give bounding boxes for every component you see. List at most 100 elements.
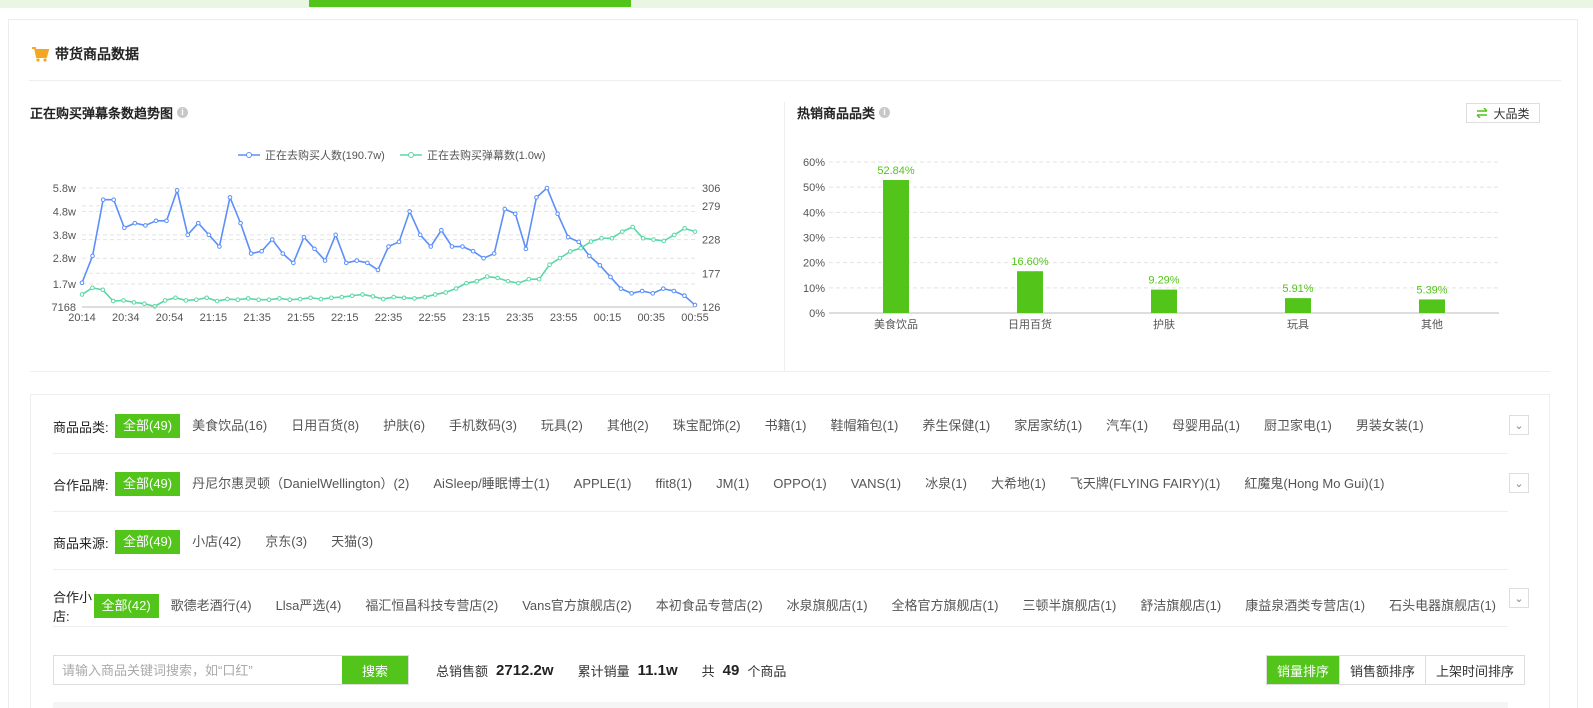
filter-chip[interactable]: 美食饮品(16) [180,414,279,438]
trend-chart: 正在去购买人数(190.7w) 正在去购买弹幕数(1.0w) 71681.7w2.… [52,148,721,324]
filter-chip[interactable]: 手机数码(3) [437,414,529,438]
filter-chip[interactable]: Vans官方旗舰店(2) [510,594,644,618]
data-point [640,235,646,241]
filter-label: 合作小店: [53,590,93,624]
filter-chip[interactable]: 冰泉旗舰店(1) [775,594,880,618]
x-tick-label: 玩具 [1287,318,1309,331]
data-point [132,220,138,226]
data-point [204,295,209,301]
filter-chip[interactable]: 家居家纺(1) [1002,414,1094,438]
expand-brand-button[interactable]: ⌄ [1509,473,1529,493]
filter-label: 商品来源: [53,535,109,551]
legend-label: 正在去购买人数(190.7w) [265,148,385,162]
filter-chip[interactable]: 全格官方旗舰店(1) [880,594,1011,618]
filter-row-source: 商品来源: 全部(49) 小店(42) 京东(3) 天猫(3) [53,530,1508,554]
filter-chip[interactable]: 大希地(1) [979,472,1058,496]
filter-chip[interactable]: 珠宝配饰(2) [661,414,753,438]
sort-by-time[interactable]: 上架时间排序 [1425,656,1524,684]
data-point [608,274,613,280]
data-point [639,288,645,294]
filter-chip-all[interactable]: 全部(49) [115,414,181,438]
filter-chip-all[interactable]: 全部(42) [93,594,159,618]
total-sales-value: 2712.2w [496,661,554,679]
data-point [343,260,349,266]
filter-chip-all[interactable]: 全部(49) [115,472,181,496]
filter-chip-all[interactable]: 全部(49) [115,530,181,554]
filter-chip[interactable]: AiSleep/睡眠博士(1) [421,472,561,496]
filter-chip[interactable]: 男装女装(1) [1344,414,1436,438]
data-point [256,297,261,303]
filter-chip[interactable]: APPLE(1) [562,472,644,496]
data-point [412,296,417,301]
big-category-toggle[interactable]: 大品类 [1466,103,1540,123]
filter-chip[interactable]: 三顿半旗舰店(1) [1010,594,1128,618]
filter-chip[interactable]: 厨卫家电(1) [1252,414,1344,438]
filter-chip[interactable]: 玩具(2) [529,414,595,438]
x-tick-label: 美食饮品 [874,317,918,331]
data-point [111,197,117,203]
count-value: 49 [722,661,740,679]
search-input[interactable] [54,656,342,684]
info-icon[interactable]: i [879,107,891,118]
active-tab-indicator[interactable] [309,0,631,7]
filter-chip[interactable]: Llsa严选(4) [264,594,354,618]
card-header: 带货商品数据 [31,44,139,64]
filter-chip[interactable]: OPPO(1) [761,472,838,496]
filter-chip[interactable]: 其他(2) [595,414,661,438]
filter-chip[interactable]: JM(1) [704,472,761,496]
expand-shop-button[interactable]: ⌄ [1509,588,1529,608]
data-point [193,297,199,303]
filter-chip[interactable]: 本初食品专营店(2) [644,594,775,618]
data-point [536,276,542,282]
data-point [495,275,500,281]
y-left-tick-label: 1.7w [53,279,76,291]
filter-chip[interactable]: 石头电器旗舰店(1) [1377,594,1508,618]
trend-legend[interactable]: 正在去购买人数(190.7w) 正在去购买弹幕数(1.0w) [238,148,546,162]
filter-chip[interactable]: 歌德老酒行(4) [159,594,264,618]
trend-lines [79,185,698,309]
search-button[interactable]: 搜索 [342,656,408,684]
filter-chip[interactable]: 飞天牌(FLYING FAIRY)(1) [1058,472,1232,496]
chip-group: 全部(49) 小店(42) 京东(3) 天猫(3) [115,530,385,554]
filter-chip[interactable]: VANS(1) [839,472,913,496]
data-point [121,225,127,231]
bar-value-label: 52.84% [877,165,915,177]
top-tab-strip [0,0,1593,8]
expand-category-button[interactable]: ⌄ [1509,415,1529,435]
x-tick-label: 20:34 [112,312,140,324]
filter-chip[interactable]: 小店(42) [180,530,253,554]
filter-chip[interactable]: 日用百货(8) [279,414,371,438]
filter-chip[interactable]: 福汇恒昌科技专营店(2) [353,594,510,618]
sort-by-sales[interactable]: 销售额排序 [1339,656,1425,684]
section-title: 带货商品数据 [55,46,139,62]
data-point [671,232,677,238]
filter-chip[interactable]: 京东(3) [253,530,319,554]
filter-chip[interactable]: 舒洁旗舰店(1) [1128,594,1233,618]
filter-chip[interactable]: 养生保健(1) [910,414,1002,438]
x-tick-label: 护肤 [1153,317,1175,331]
filter-chip[interactable]: 冰泉(1) [913,472,979,496]
filter-chip[interactable]: 汽车(1) [1094,414,1160,438]
hot-title: 热销商品品类 i [797,103,891,122]
y-tick-label: 20% [803,258,825,270]
data-point [474,278,480,284]
filter-chip[interactable]: ffit8(1) [643,472,704,496]
data-point [609,235,615,241]
data-point [183,298,189,303]
filter-chip[interactable]: 康益泉酒类专营店(1) [1233,594,1377,618]
data-point [360,292,365,297]
filter-row-brand: 合作品牌: 全部(49) 丹尼尔惠灵顿（DanielWellington）(2) A… [53,472,1508,496]
y-left-tick-label: 4.8w [53,206,76,218]
filter-chip[interactable]: 书籍(1) [753,414,819,438]
filter-chip[interactable]: 丹尼尔惠灵顿（DanielWellington）(2) [180,472,421,496]
filter-chip[interactable]: 鞋帽箱包(1) [818,414,910,438]
info-icon[interactable]: i [177,107,189,118]
sort-by-volume[interactable]: 销量排序 [1267,656,1340,684]
data-point [121,298,126,303]
filter-chip[interactable]: 护肤(6) [371,414,437,438]
filter-chip[interactable]: 母婴用品(1) [1160,414,1252,438]
filter-chip[interactable]: 紅魔鬼(Hong Mo Gui)(1) [1232,472,1396,496]
chip-group: 全部(42) 歌德老酒行(4) Llsa严选(4) 福汇恒昌科技专营店(2) Vans官… [93,594,1508,618]
filter-chip[interactable]: 天猫(3) [319,530,385,554]
data-point [225,296,230,302]
